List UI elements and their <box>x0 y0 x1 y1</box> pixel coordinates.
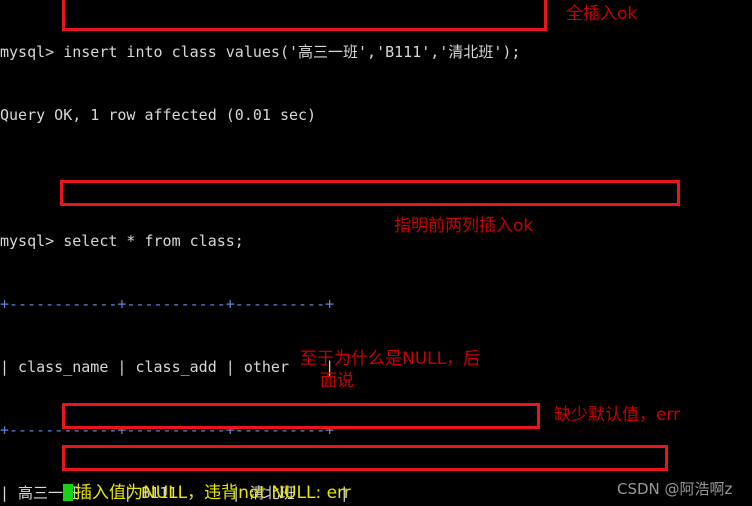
csdn-watermark: CSDN @阿浩啊z <box>617 480 733 498</box>
terminal-line: mysql> insert into class values('高三一班','… <box>0 43 521 61</box>
annotation-null-violates-notnull: 插入值为NULL，违背not NULL: err <box>75 483 351 503</box>
terminal-screenshot: mysql> insert into class values('高三一班','… <box>0 0 752 506</box>
annotation-all-insert-ok: 全插入ok <box>566 4 638 24</box>
terminal-output[interactable]: mysql> insert into class values('高三一班','… <box>0 0 752 506</box>
terminal-line: Query OK, 1 row affected (0.01 sec) <box>0 106 317 124</box>
annotation-missing-default: 缺少默认值，err <box>554 405 681 425</box>
table-rule: +------------+-----------+----------+ <box>0 295 335 313</box>
terminal-cursor <box>63 484 73 501</box>
annotation-why-null-line2: 面说 <box>320 371 354 391</box>
annotation-two-cols-ok: 指明前两列插入ok <box>394 216 534 236</box>
annotation-why-null-line1: 至于为什么是NULL，后 <box>300 349 481 369</box>
terminal-line: mysql> select * from class; <box>0 232 244 250</box>
